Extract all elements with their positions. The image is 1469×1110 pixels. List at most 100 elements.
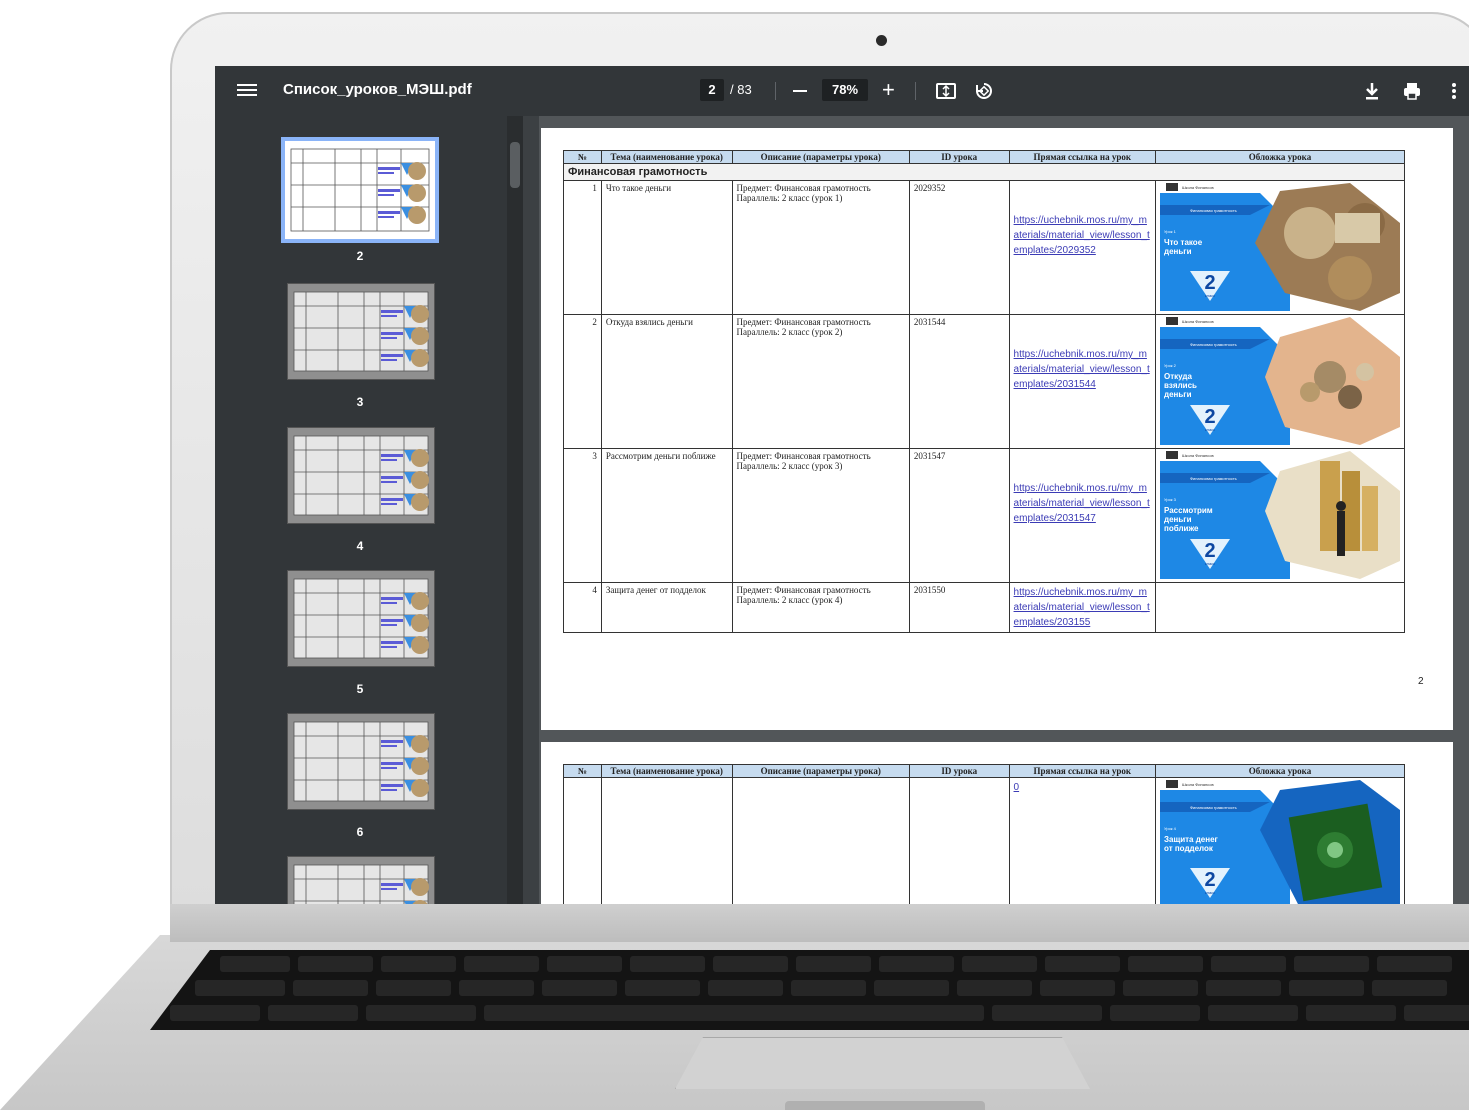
print-icon[interactable] xyxy=(1401,80,1423,102)
row-link-cell: https://uchebnik.mos.ru/my_materials/mat… xyxy=(1008,448,1156,583)
sidebar-scroll-thumb[interactable] xyxy=(510,142,520,188)
cover-cell: Школа Финансов Финансовая грамотность Урок… xyxy=(1154,314,1406,449)
header-id: ID урока xyxy=(908,764,1010,778)
row-description: Предмет: Финансовая грамотность Параллель… xyxy=(731,448,910,583)
thumbnail-label: 2 xyxy=(356,249,364,263)
table-row: 2 Откуда взялись деньги Предмет: Финансова… xyxy=(563,314,1406,449)
row-id: 2031547 xyxy=(908,448,1010,583)
header-description: Описание (параметры урока) xyxy=(731,764,910,778)
header-topic: Тема (наименование урока) xyxy=(600,150,733,164)
camera-icon xyxy=(876,35,887,46)
thumbnail-page[interactable] xyxy=(281,137,439,243)
header-topic: Тема (наименование урока) xyxy=(600,764,733,778)
svg-text:Финансовая грамотность: Финансовая грамотность xyxy=(1190,208,1237,213)
laptop-notch xyxy=(785,1101,985,1110)
pdf-page-3: № Тема (наименование урока) Описание (па… xyxy=(541,742,1453,904)
row-id: 2029352 xyxy=(908,180,1010,315)
svg-text:Рассмотрим: Рассмотрим xyxy=(1164,506,1213,515)
lesson-link[interactable]: https://uchebnik.mos.ru/my_materials/mat… xyxy=(1014,481,1151,526)
lesson-cover-image: Школа Финансов Финансовая грамотность Урок… xyxy=(1159,451,1400,579)
svg-text:Финансовая грамотность: Финансовая грамотность xyxy=(1190,342,1237,347)
row-link-cell: https://uchebnik.mos.ru/my_materials/mat… xyxy=(1008,314,1156,449)
row-topic: Рассмотрим деньги поближе xyxy=(600,448,733,583)
menu-icon[interactable] xyxy=(237,81,257,101)
row-description: Предмет: Финансовая грамотность Параллель… xyxy=(731,314,910,449)
table-row: 1 Что такое деньги Предмет: Финансовая гра… xyxy=(563,180,1406,315)
row-number: 1 xyxy=(563,180,602,315)
header-num: № xyxy=(563,764,602,778)
row-subject: Предмет: Финансовая грамотность xyxy=(736,451,871,461)
zoom-in-button[interactable]: + xyxy=(882,78,895,102)
svg-text:Что такое: Что такое xyxy=(1164,238,1203,247)
main-scrollbar[interactable] xyxy=(523,116,539,904)
svg-text:Финансовая грамотность: Финансовая грамотность xyxy=(1190,805,1237,810)
svg-text:класс: класс xyxy=(1205,561,1215,566)
header-num: № xyxy=(563,150,602,164)
table-row: 3 Рассмотрим деньги поближе Предмет: Финан… xyxy=(563,448,1406,583)
rotate-icon[interactable] xyxy=(973,80,995,102)
thumbnail-page[interactable] xyxy=(287,283,435,380)
svg-text:Урок 1: Урок 1 xyxy=(1164,229,1177,234)
lessons-table: № Тема (наименование урока) Описание (па… xyxy=(563,150,1406,633)
row-number: 3 xyxy=(563,448,602,583)
svg-text:2: 2 xyxy=(1204,540,1215,562)
svg-text:Финансовая грамотность: Финансовая грамотность xyxy=(1190,476,1237,481)
thumbnail-label: 3 xyxy=(356,395,364,409)
lesson-link[interactable]: https://uchebnik.mos.ru/my_materials/mat… xyxy=(1014,347,1151,392)
trackpad xyxy=(675,1037,1090,1089)
svg-text:деньги: деньги xyxy=(1164,247,1192,256)
lesson-link[interactable]: https://uchebnik.mos.ru/my_materials/mat… xyxy=(1014,585,1151,630)
svg-text:деньги: деньги xyxy=(1164,515,1192,524)
download-icon[interactable] xyxy=(1361,80,1383,102)
row-number: 2 xyxy=(563,314,602,449)
header-id: ID урока xyxy=(908,150,1010,164)
svg-text:класс: класс xyxy=(1205,427,1215,432)
divider xyxy=(915,82,916,100)
page-number-footer: 2 xyxy=(1418,676,1424,687)
row-link-cell: https://uchebnik.mos.ru/my_materials/mat… xyxy=(1008,582,1156,633)
svg-text:класс: класс xyxy=(1205,890,1215,895)
row-description: Предмет: Финансовая грамотность Параллель… xyxy=(731,582,910,633)
thumbnail-page[interactable] xyxy=(287,713,435,810)
row-id: 2031550 xyxy=(908,582,1010,633)
toolbar: Список_уроков_МЭШ.pdf 2 / 83 78% + xyxy=(215,66,1469,116)
table-row: 0 Школа Финансов Финансовая грамотность Ур… xyxy=(563,777,1406,904)
row-topic: Что такое деньги xyxy=(600,180,733,315)
lessons-table-continued: № Тема (наименование урока) Описание (па… xyxy=(563,764,1406,904)
svg-text:Школа Финансов: Школа Финансов xyxy=(1182,185,1214,190)
pdf-viewer: Список_уроков_МЭШ.pdf 2 / 83 78% + 23456 xyxy=(215,66,1469,904)
table-row: 4 Защита денег от подделок Предмет: Финанс… xyxy=(563,582,1406,633)
fit-page-icon[interactable] xyxy=(935,80,957,102)
row-subject: Предмет: Финансовая грамотность xyxy=(736,183,871,193)
thumbnail-page[interactable] xyxy=(287,570,435,667)
row-topic: Защита денег от подделок xyxy=(600,582,733,633)
table-header-row: № Тема (наименование урока) Описание (па… xyxy=(563,764,1406,778)
thumbnail-page[interactable] xyxy=(287,427,435,524)
row-parallel: Параллель: 2 класс (урок 2) xyxy=(736,327,843,337)
lesson-link[interactable]: https://uchebnik.mos.ru/my_materials/mat… xyxy=(1014,213,1151,258)
lesson-link-continued[interactable]: 0 xyxy=(1014,780,1151,795)
row-subject: Предмет: Финансовая грамотность xyxy=(736,585,871,595)
header-link: Прямая ссылка на урок xyxy=(1008,764,1156,778)
sidebar-scrollbar[interactable] xyxy=(507,116,523,904)
svg-text:Урок 3: Урок 3 xyxy=(1164,497,1177,502)
zoom-input[interactable]: 78% xyxy=(822,79,868,101)
svg-text:Урок 2: Урок 2 xyxy=(1164,363,1177,368)
more-vert-icon[interactable] xyxy=(1443,80,1465,102)
thumbnail-page[interactable] xyxy=(287,856,435,904)
row-subject: Предмет: Финансовая грамотность xyxy=(736,317,871,327)
svg-text:поближе: поближе xyxy=(1164,524,1199,533)
svg-text:2: 2 xyxy=(1204,869,1215,891)
page-number-input[interactable]: 2 xyxy=(700,79,724,101)
row-description: Предмет: Финансовая грамотность Параллель… xyxy=(731,180,910,315)
row-topic: Откуда взялись деньги xyxy=(600,314,733,449)
lesson-cover-image: Школа Финансов Финансовая грамотность Урок… xyxy=(1159,780,1400,904)
svg-text:2: 2 xyxy=(1204,406,1215,428)
header-link: Прямая ссылка на урок xyxy=(1008,150,1156,164)
keyboard xyxy=(150,950,1469,1030)
svg-text:2: 2 xyxy=(1204,272,1215,294)
row-link-cell: https://uchebnik.mos.ru/my_materials/mat… xyxy=(1008,180,1156,315)
zoom-out-button[interactable] xyxy=(793,90,807,92)
row-id: 2031544 xyxy=(908,314,1010,449)
cover-cell: Школа Финансов Финансовая грамотность Урок… xyxy=(1154,180,1406,315)
